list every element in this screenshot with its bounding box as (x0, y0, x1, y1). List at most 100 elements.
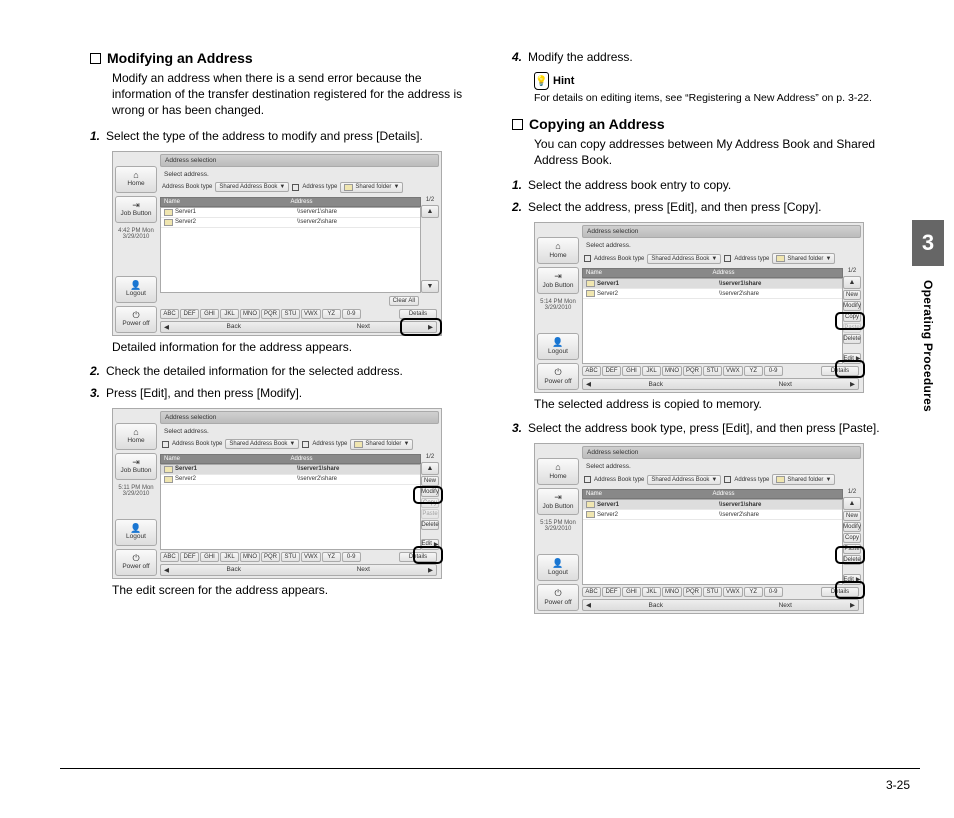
table-row[interactable]: Server1\\server1\share (161, 465, 420, 475)
alpha-YZ[interactable]: YZ (322, 552, 341, 562)
new-button[interactable]: New (843, 511, 861, 521)
scroll-up[interactable]: ▲ (421, 205, 439, 218)
side-home[interactable]: ⌂Home (115, 423, 157, 450)
table-row[interactable]: Server2\\server2\share (583, 289, 842, 299)
alpha-ABC[interactable]: ABC (160, 552, 179, 562)
checkbox-book[interactable] (162, 441, 169, 448)
table-row[interactable]: Server1\\server1\share (583, 500, 842, 510)
side-logout[interactable]: 👤Logout (115, 519, 157, 546)
nav-back[interactable]: Back (591, 602, 721, 609)
alpha-MNO[interactable]: MNO (240, 552, 260, 562)
alpha-VWX[interactable]: VWX (723, 366, 743, 376)
alpha-VWX[interactable]: VWX (301, 309, 321, 319)
nav-back[interactable]: Back (591, 381, 721, 388)
alpha-VWX[interactable]: VWX (301, 552, 321, 562)
details-button[interactable]: Details (821, 366, 859, 376)
alpha-MNO[interactable]: MNO (662, 587, 682, 597)
nav-next[interactable]: Next (721, 381, 851, 388)
alpha-GHI[interactable]: GHI (622, 366, 641, 376)
alpha-GHI[interactable]: GHI (200, 309, 219, 319)
modify-button[interactable]: Modify (843, 522, 861, 532)
alpha-MNO[interactable]: MNO (662, 366, 682, 376)
alpha-YZ[interactable]: YZ (322, 309, 341, 319)
alpha-YZ[interactable]: YZ (744, 366, 763, 376)
scroll-up[interactable]: ▲ (843, 276, 861, 289)
alpha-09[interactable]: 0-9 (764, 587, 783, 597)
alpha-PQR[interactable]: PQR (683, 366, 702, 376)
nav-next[interactable]: Next (299, 323, 429, 330)
table-row[interactable]: Server2\\server2\share (161, 218, 420, 228)
checkbox-addrtype[interactable] (724, 255, 731, 262)
side-power[interactable]: ⏻Power off (115, 306, 157, 333)
side-job[interactable]: ⇥Job Button (115, 453, 157, 480)
alpha-ABC[interactable]: ABC (160, 309, 179, 319)
alpha-GHI[interactable]: GHI (622, 587, 641, 597)
nav-back[interactable]: Back (169, 323, 299, 330)
delete-button[interactable]: Delete (843, 555, 861, 565)
dropdown-addrtype[interactable]: Shared folder▼ (772, 474, 835, 485)
alpha-ABC[interactable]: ABC (582, 366, 601, 376)
modify-button[interactable]: Modify (421, 487, 439, 497)
side-logout[interactable]: 👤Logout (537, 554, 579, 581)
alpha-ABC[interactable]: ABC (582, 587, 601, 597)
edit-button[interactable]: Edit ▶ (843, 353, 861, 364)
side-home[interactable]: ⌂Home (537, 237, 579, 264)
alpha-STU[interactable]: STU (703, 366, 722, 376)
alpha-PQR[interactable]: PQR (683, 587, 702, 597)
alpha-PQR[interactable]: PQR (261, 552, 280, 562)
checkbox-book[interactable] (584, 255, 591, 262)
checkbox-addrtype[interactable] (724, 476, 731, 483)
alpha-STU[interactable]: STU (281, 552, 300, 562)
nav-next-arrow[interactable]: ▶ (850, 601, 855, 609)
new-button[interactable]: New (843, 290, 861, 300)
scroll-up[interactable]: ▲ (421, 462, 439, 475)
checkbox-addrtype[interactable] (292, 184, 299, 191)
side-power[interactable]: ⏻Power off (537, 584, 579, 611)
dropdown-book[interactable]: Shared Address Book▼ (647, 254, 721, 264)
dropdown-book[interactable]: Shared Address Book▼ (647, 475, 721, 485)
table-row[interactable]: Server2\\server2\share (161, 475, 420, 485)
nav-next-arrow[interactable]: ▶ (850, 380, 855, 388)
paste-button[interactable]: Paste (843, 544, 861, 554)
table-row[interactable]: Server1\\server1\share (161, 208, 420, 218)
side-power[interactable]: ⏻Power off (537, 363, 579, 390)
alpha-STU[interactable]: STU (703, 587, 722, 597)
alpha-09[interactable]: 0-9 (764, 366, 783, 376)
nav-next-arrow[interactable]: ▶ (428, 566, 433, 574)
nav-next[interactable]: Next (721, 602, 851, 609)
alpha-DEF[interactable]: DEF (602, 366, 621, 376)
scroll-down[interactable]: ▼ (421, 280, 439, 293)
alpha-JKL[interactable]: JKL (220, 309, 239, 319)
dropdown-addrtype[interactable]: Shared folder▼ (350, 439, 413, 450)
copy-button[interactable]: Copy (843, 312, 861, 322)
alpha-JKL[interactable]: JKL (220, 552, 239, 562)
side-logout[interactable]: 👤Logout (537, 333, 579, 360)
alpha-09[interactable]: 0-9 (342, 309, 361, 319)
side-home[interactable]: ⌂Home (115, 166, 157, 193)
delete-button[interactable]: Delete (421, 520, 439, 530)
details-button[interactable]: Details (821, 587, 859, 597)
alpha-GHI[interactable]: GHI (200, 552, 219, 562)
dropdown-book[interactable]: Shared Address Book▼ (225, 439, 299, 449)
scroll-up[interactable]: ▲ (843, 497, 861, 510)
table-row[interactable]: Server2\\server2\share (583, 510, 842, 520)
clear-all-button[interactable]: Clear All (389, 296, 419, 306)
alpha-09[interactable]: 0-9 (342, 552, 361, 562)
alpha-PQR[interactable]: PQR (261, 309, 280, 319)
details-button[interactable]: Details (399, 552, 437, 562)
alpha-DEF[interactable]: DEF (180, 552, 199, 562)
nav-next[interactable]: Next (299, 566, 429, 573)
alpha-YZ[interactable]: YZ (744, 587, 763, 597)
dropdown-addrtype[interactable]: Shared folder▼ (340, 182, 403, 193)
nav-next-arrow[interactable]: ▶ (428, 323, 433, 331)
alpha-DEF[interactable]: DEF (602, 587, 621, 597)
table-row[interactable]: Server1\\server1\share (583, 279, 842, 289)
alpha-MNO[interactable]: MNO (240, 309, 260, 319)
copy-button[interactable]: Copy (843, 533, 861, 543)
new-button[interactable]: New (421, 476, 439, 486)
delete-button[interactable]: Delete (843, 334, 861, 344)
alpha-VWX[interactable]: VWX (723, 587, 743, 597)
dropdown-addrtype[interactable]: Shared folder▼ (772, 253, 835, 264)
edit-button[interactable]: Edit ▶ (843, 574, 861, 585)
side-logout[interactable]: 👤Logout (115, 276, 157, 303)
